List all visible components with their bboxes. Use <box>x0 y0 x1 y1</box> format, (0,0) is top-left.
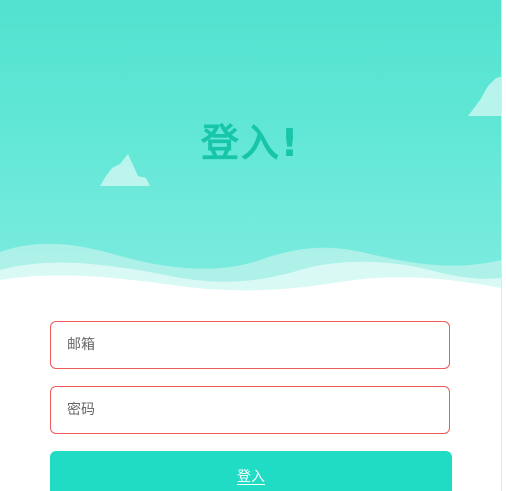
hero-banner: 登入! <box>0 0 501 310</box>
login-button[interactable]: 登入 <box>50 451 452 491</box>
page-title: 登入! <box>200 121 301 165</box>
login-card: 登入! 登入 <box>0 0 502 491</box>
wave-decoration <box>0 243 501 310</box>
password-field[interactable] <box>50 386 450 434</box>
login-button-label: 登入 <box>237 468 265 485</box>
email-field[interactable] <box>50 321 450 369</box>
